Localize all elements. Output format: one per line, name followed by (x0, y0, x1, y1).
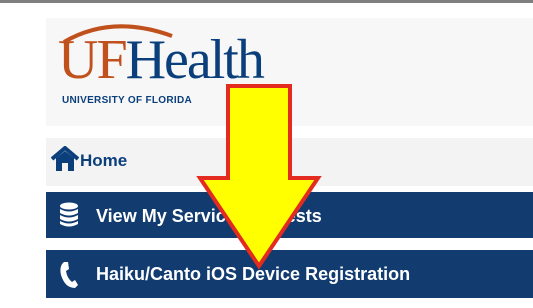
ufhealth-logo[interactable]: UFHealth UNIVERSITY OF FLORIDA (58, 20, 265, 106)
logo-uf: UF (58, 29, 128, 91)
home-icon (50, 146, 80, 177)
database-icon (59, 202, 79, 233)
logo-health: Health (125, 29, 265, 91)
logo-wordmark: UFHealth (58, 29, 265, 91)
phone-icon (59, 261, 79, 294)
logo-subtitle: UNIVERSITY OF FLORIDA (62, 95, 193, 106)
top-divider (0, 0, 533, 3)
nav-home-label: Home (80, 151, 128, 170)
down-arrow-annotation (196, 84, 322, 270)
